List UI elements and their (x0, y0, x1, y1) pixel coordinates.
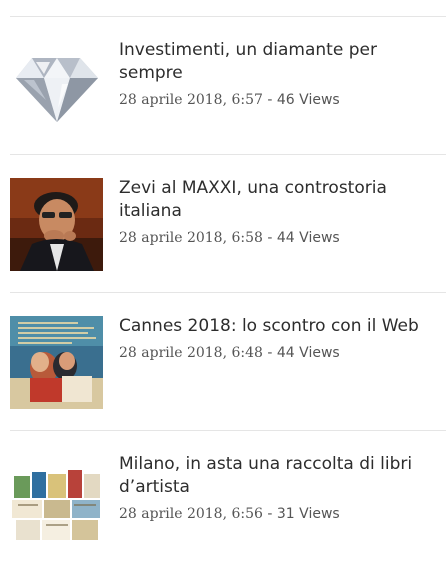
article-title[interactable]: Zevi al MAXXI, una controstoria italiana (119, 177, 437, 223)
article-list: Investimenti, un diamante per sempre 28 … (10, 16, 446, 568)
views-label: Views (294, 230, 340, 246)
list-item: Milano, in asta una raccolta di libri d’… (10, 431, 446, 568)
article-date: 28 aprile 2018, 6:58 (119, 230, 263, 246)
festival-poster-image (10, 316, 103, 409)
views-label: Views (294, 345, 340, 361)
article-thumbnail-diamond[interactable] (10, 40, 103, 133)
article-date: 28 aprile 2018, 6:56 (119, 506, 263, 522)
view-count: 31 (276, 506, 295, 522)
meta-separator: - (262, 506, 277, 522)
article-thumbnail-books[interactable] (10, 454, 103, 547)
meta-separator: - (262, 92, 277, 108)
view-count: 46 (276, 92, 295, 108)
article-thumbnail-portrait[interactable] (10, 178, 103, 271)
article-meta: 28 aprile 2018, 6:58 - 44 Views (119, 228, 437, 248)
list-item: Zevi al MAXXI, una controstoria italiana… (10, 155, 446, 292)
article-date: 28 aprile 2018, 6:48 (119, 345, 263, 361)
list-item: Investimenti, un diamante per sempre 28 … (10, 17, 446, 154)
portrait-image (10, 178, 103, 271)
meta-separator: - (262, 230, 277, 246)
article-text: Zevi al MAXXI, una controstoria italiana… (119, 177, 437, 248)
article-title[interactable]: Investimenti, un diamante per sempre (119, 39, 437, 85)
article-text: Investimenti, un diamante per sempre 28 … (119, 39, 437, 110)
article-text: Milano, in asta una raccolta di libri d’… (119, 453, 437, 524)
article-meta: 28 aprile 2018, 6:56 - 31 Views (119, 504, 437, 524)
list-item: Cannes 2018: lo scontro con il Web 28 ap… (10, 293, 446, 430)
article-thumbnail-poster[interactable] (10, 316, 103, 409)
article-meta: 28 aprile 2018, 6:48 - 44 Views (119, 343, 437, 363)
article-meta: 28 aprile 2018, 6:57 - 46 Views (119, 90, 437, 110)
meta-separator: - (262, 345, 277, 361)
artist-books-image (10, 454, 103, 547)
article-title[interactable]: Cannes 2018: lo scontro con il Web (119, 315, 437, 338)
article-title[interactable]: Milano, in asta una raccolta di libri d’… (119, 453, 437, 499)
views-label: Views (294, 506, 340, 522)
diamond-image (10, 40, 103, 133)
article-date: 28 aprile 2018, 6:57 (119, 92, 263, 108)
view-count: 44 (276, 230, 295, 246)
views-label: Views (294, 92, 340, 108)
view-count: 44 (276, 345, 295, 361)
article-text: Cannes 2018: lo scontro con il Web 28 ap… (119, 315, 437, 363)
